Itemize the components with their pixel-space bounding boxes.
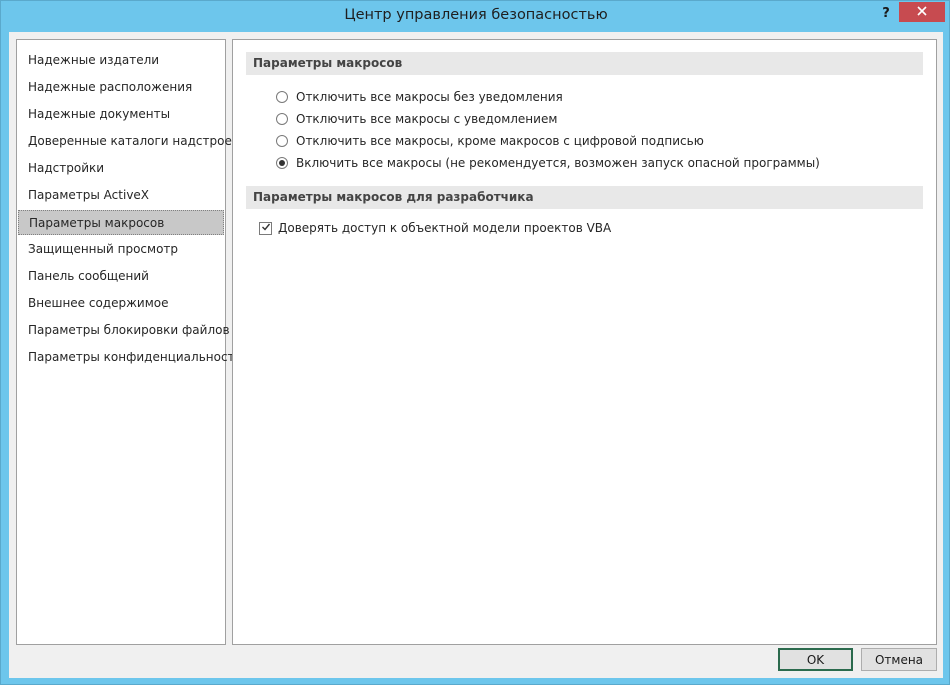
- sidebar-item-protected-view[interactable]: Защищенный просмотр: [18, 237, 224, 262]
- option-label: Отключить все макросы, кроме макросов с …: [296, 134, 704, 148]
- settings-panel: Параметры макросов Отключить все макросы…: [232, 39, 937, 645]
- sidebar-item-privacy[interactable]: Параметры конфиденциальности: [18, 345, 242, 370]
- checkbox-label: Доверять доступ к объектной модели проек…: [278, 221, 612, 235]
- option-label: Включить все макросы (не рекомендуется, …: [296, 156, 820, 170]
- radio-disable-no-notify[interactable]: Отключить все макросы без уведомления: [276, 88, 563, 106]
- sidebar-item-message-bar[interactable]: Панель сообщений: [18, 264, 224, 289]
- title-bar[interactable]: Центр управления безопасностью ?: [1, 1, 950, 32]
- sidebar-item-trusted-locations[interactable]: Надежные расположения: [18, 75, 224, 100]
- radio-dot: [279, 160, 285, 166]
- cancel-button[interactable]: Отмена: [861, 648, 937, 671]
- sidebar-item-activex[interactable]: Параметры ActiveX: [18, 183, 224, 208]
- radio-disable-except-signed[interactable]: Отключить все макросы, кроме макросов с …: [276, 132, 704, 150]
- option-label: Отключить все макросы без уведомления: [296, 90, 563, 104]
- dialog-window: Центр управления безопасностью ? Надежны…: [0, 0, 950, 685]
- radio-button-selected[interactable]: [276, 157, 288, 169]
- radio-button[interactable]: [276, 91, 288, 103]
- sidebar-item-trusted-publishers[interactable]: Надежные издатели: [18, 48, 224, 73]
- checkbox[interactable]: [259, 219, 272, 237]
- option-label: Отключить все макросы с уведомлением: [296, 112, 558, 126]
- sidebar-item-external-content[interactable]: Внешнее содержимое: [18, 291, 224, 316]
- radio-button[interactable]: [276, 113, 288, 125]
- sidebar-item-trusted-addin-catalogs[interactable]: Доверенные каталоги надстроек: [18, 129, 239, 154]
- category-list: Надежные издатели Надежные расположения …: [16, 39, 242, 645]
- sidebar-item-macro-settings[interactable]: Параметры макросов: [18, 210, 224, 235]
- ok-button[interactable]: OK: [778, 648, 853, 671]
- developer-settings-heading: Параметры макросов для разработчика: [246, 186, 923, 209]
- radio-enable-all[interactable]: Включить все макросы (не рекомендуется, …: [276, 154, 820, 172]
- dialog-body: Надежные издатели Надежные расположения …: [9, 32, 943, 678]
- radio-disable-with-notify[interactable]: Отключить все макросы с уведомлением: [276, 110, 557, 128]
- sidebar-item-trusted-documents[interactable]: Надежные документы: [18, 102, 224, 127]
- sidebar-item-file-block[interactable]: Параметры блокировки файлов: [18, 318, 230, 343]
- check-icon: [261, 219, 271, 237]
- close-button[interactable]: [899, 2, 945, 22]
- radio-button[interactable]: [276, 135, 288, 147]
- checkbox-trust-vba[interactable]: Доверять доступ к объектной модели проек…: [259, 219, 611, 237]
- window-title: Центр управления безопасностью: [344, 7, 608, 23]
- macro-settings-heading: Параметры макросов: [246, 52, 923, 75]
- close-icon: [917, 5, 927, 19]
- help-button[interactable]: ?: [873, 5, 899, 23]
- sidebar-item-addins[interactable]: Надстройки: [18, 156, 224, 181]
